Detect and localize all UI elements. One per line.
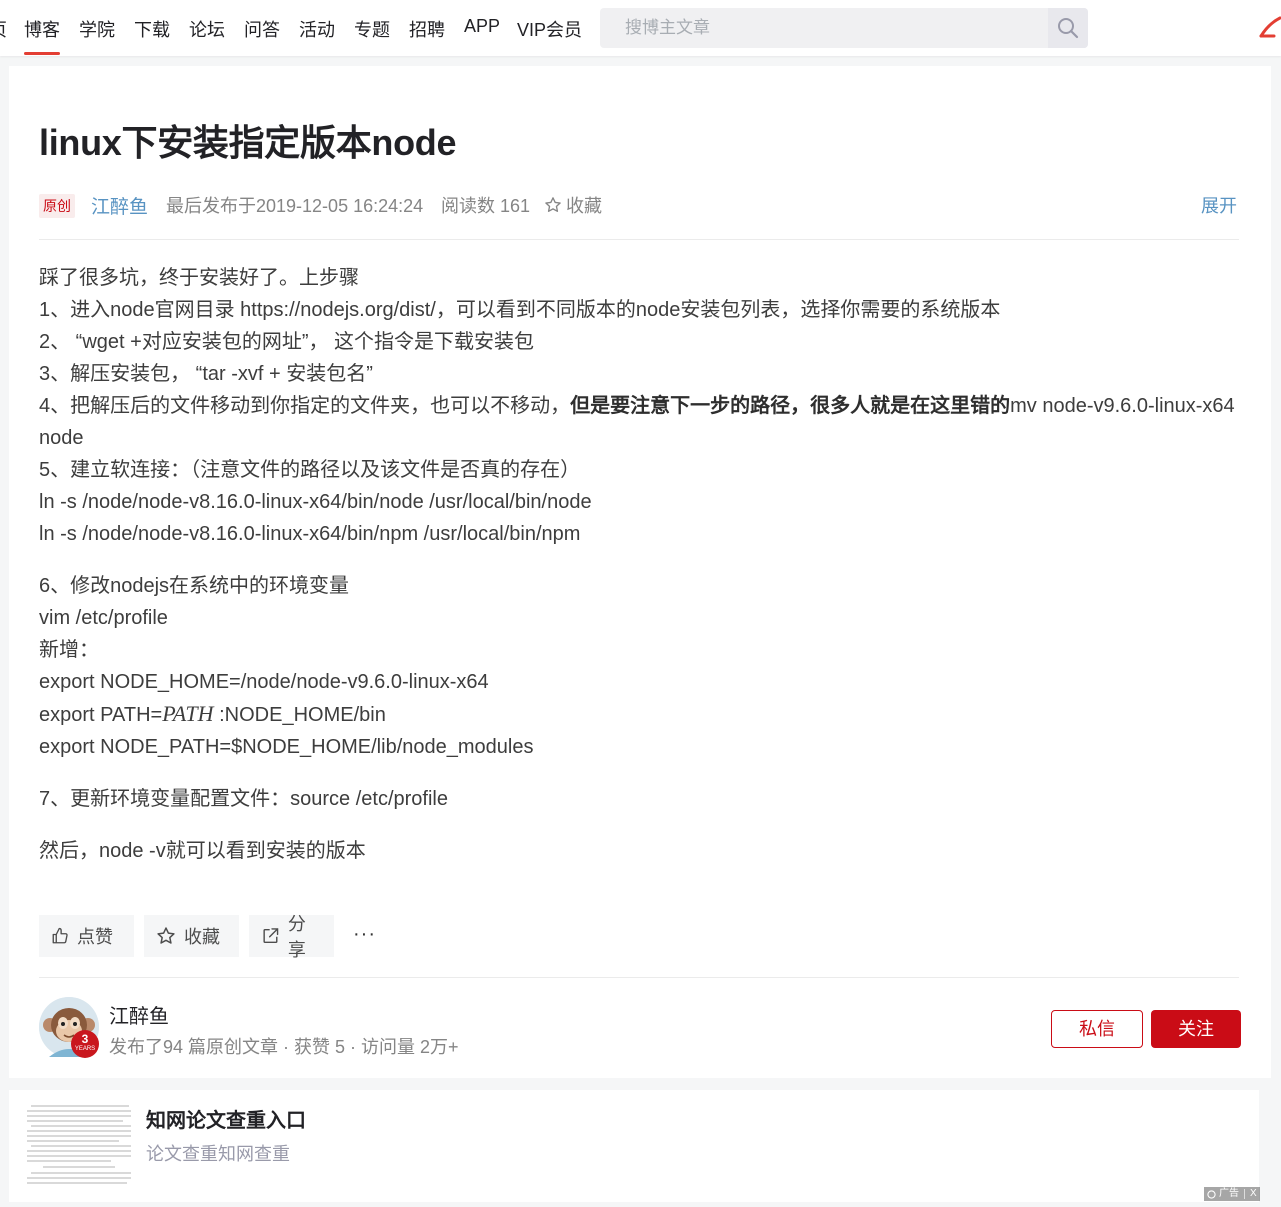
content-line: 6、修改nodejs在系统中的环境变量 — [39, 575, 350, 597]
more-actions-button[interactable]: ··· — [353, 923, 376, 946]
article-actions: 点赞 收藏 分享 ··· — [39, 914, 439, 960]
content-line: 3、解压安装包， “tar -xvf + 安装包名” — [39, 363, 373, 385]
read-count: 阅读数 161 — [441, 196, 531, 216]
author-name[interactable]: 江醉鱼 — [109, 1000, 169, 1029]
ad-label: 广告 X — [1204, 1187, 1260, 1201]
active-tab-indicator — [24, 52, 60, 55]
nav-item-vip[interactable]: VIP会员 — [517, 16, 582, 42]
search-icon — [1058, 18, 1079, 39]
nav-item-download[interactable]: 下载 — [134, 16, 170, 42]
share-button[interactable]: 分享 — [249, 914, 334, 960]
content-line: export NODE_PATH=$NODE_HOME/lib/node_mod… — [39, 736, 534, 758]
avatar[interactable]: 3 YEARS — [39, 997, 99, 1058]
ad-thumbnail — [23, 1100, 135, 1190]
content-line: ln -s /node/node-v8.16.0-linux-x64/bin/n… — [39, 491, 592, 513]
content-line: 4、把解压后的文件移动到你指定的文件夹，也可以不移动，但是要注意下一步的路径，很… — [39, 390, 1239, 454]
content-bold-text: 但是要注意下一步的路径，很多人就是在这里错的 — [570, 395, 1011, 417]
article-meta: 原创 江醉鱼 最后发布于2019-12-05 16:24:24 阅读数 161 … — [39, 192, 1239, 218]
share-icon — [263, 928, 279, 944]
math-variable: PATH — [162, 701, 214, 726]
like-label: 点赞 — [77, 927, 113, 947]
star-icon — [545, 197, 561, 212]
article-card: linux下安装指定版本node 原创 江醉鱼 最后发布于2019-12-05 … — [9, 66, 1271, 1078]
favorite-link[interactable]: 收藏 — [544, 192, 602, 218]
article-title: linux下安装指定版本node — [39, 122, 457, 163]
thumbs-up-icon — [52, 927, 68, 944]
article-content: 踩了很多坑，终于安装好了。上步骤 1、进入node官网目录 https://no… — [39, 262, 1239, 867]
content-line: 7、更新环境变量配置文件：source /etc/profile — [39, 788, 448, 810]
nav-item-academy[interactable]: 学院 — [79, 16, 115, 42]
years-badge: 3 YEARS — [71, 1030, 99, 1058]
search-box — [600, 8, 1088, 48]
nav-item-forum[interactable]: 论坛 — [189, 16, 225, 42]
original-badge: 原创 — [39, 194, 75, 218]
search-button[interactable] — [1048, 8, 1088, 48]
content-line: ln -s /node/node-v8.16.0-linux-x64/bin/n… — [39, 523, 581, 545]
like-button[interactable]: 点赞 — [39, 915, 134, 957]
star-icon — [157, 927, 175, 944]
content-line: 踩了很多坑，终于安装好了。上步骤 — [39, 267, 359, 289]
content-text: :NODE_HOME/bin — [219, 704, 386, 726]
document-thumbnail-icon — [27, 1105, 131, 1184]
favorite-button[interactable]: 收藏 — [144, 915, 239, 957]
nav-item-app[interactable]: APP — [464, 16, 500, 37]
actions-divider — [39, 977, 1239, 978]
content-line: export NODE_HOME=/node/node-v9.6.0-linux… — [39, 671, 489, 693]
favorite-label: 收藏 — [566, 196, 602, 216]
ad-close-button[interactable]: X — [1250, 1187, 1257, 1201]
content-text: export PATH= — [39, 704, 163, 726]
nav-item-qa[interactable]: 问答 — [244, 16, 280, 42]
nav-item-home[interactable]: 页 — [0, 16, 7, 42]
ad-card[interactable]: 知网论文查重入口 论文查重知网查重 — [9, 1090, 1259, 1202]
author-link[interactable]: 江醉鱼 — [91, 192, 148, 219]
years-label: YEARS — [74, 1046, 96, 1052]
content-line: 5、建立软连接：（注意文件的路径以及该文件是否真的存在） — [39, 459, 581, 481]
publish-date: 最后发布于2019-12-05 16:24:24 — [166, 196, 424, 216]
meta-divider — [39, 239, 1239, 240]
ad-tag-separator — [1244, 1189, 1245, 1199]
nav-item-blog[interactable]: 博客 — [24, 16, 60, 42]
author-stats: 发布了94 篇原创文章 · 获赞 5 · 访问量 2万+ — [109, 1037, 459, 1057]
favorite-action-label: 收藏 — [184, 927, 220, 947]
private-message-button[interactable]: 私信 — [1051, 1010, 1143, 1048]
content-text: 4、把解压后的文件移动到你指定的文件夹，也可以不移动， — [39, 395, 571, 417]
follow-button[interactable]: 关注 — [1151, 1010, 1241, 1048]
content-line: 然后，node -v就可以看到安装的版本 — [39, 840, 366, 862]
search-input[interactable] — [600, 8, 1040, 48]
content-line: 新增： — [39, 639, 99, 661]
content-line: vim /etc/profile — [39, 607, 168, 629]
nav-item-events[interactable]: 活动 — [299, 16, 335, 42]
ad-title[interactable]: 知网论文查重入口 — [146, 1104, 306, 1133]
years-count: 3 — [81, 1032, 89, 1046]
content-line: 1、进入node官网目录 https://nodejs.org/dist/，可以… — [39, 299, 1001, 321]
ad-info-icon — [1207, 1189, 1216, 1199]
ad-subtitle: 论文查重知网查重 — [146, 1144, 290, 1164]
content-line: 2、 “wget +对应安装包的网址”， 这个指令是下载安装包 — [39, 331, 535, 353]
content-line: export PATH=PATH :NODE_HOME/bin — [39, 698, 1239, 731]
ad-tag-text: 广告 — [1219, 1188, 1239, 1199]
expand-link[interactable]: 展开 — [1201, 192, 1237, 218]
nav-item-topics[interactable]: 专题 — [354, 16, 390, 42]
top-navigation-bar: 页 博客 学院 下载 论坛 问答 活动 专题 招聘 APP VIP会员 — [0, 0, 1281, 56]
csdn-logo-icon[interactable] — [1258, 16, 1281, 43]
nav-item-jobs[interactable]: 招聘 — [409, 16, 445, 42]
share-label: 分享 — [287, 914, 306, 960]
